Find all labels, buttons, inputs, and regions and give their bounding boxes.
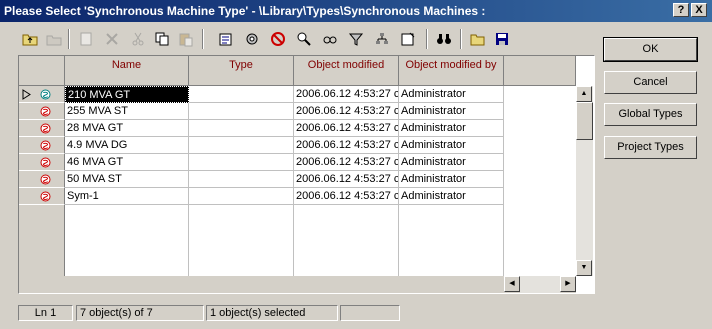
- status-object-count: 7 object(s) of 7: [76, 305, 204, 321]
- table-cell-modified-by[interactable]: Administrator: [399, 120, 504, 137]
- table-cell-type[interactable]: [189, 188, 294, 205]
- find-object-icon[interactable]: [294, 29, 314, 49]
- column-header-object-modified[interactable]: Object modified: [294, 56, 399, 86]
- column-header-object-modified-by[interactable]: Object modified by: [399, 56, 504, 86]
- object-table[interactable]: Name Type Object modified Object modifie…: [18, 55, 595, 294]
- synchronous-machine-icon: [40, 157, 51, 168]
- synchronous-machine-icon: [40, 174, 51, 185]
- table-cell-name[interactable]: 50 MVA ST: [65, 171, 189, 188]
- row-header[interactable]: [19, 137, 65, 154]
- edit-icon[interactable]: [216, 29, 236, 49]
- scroll-down-icon[interactable]: ▼: [576, 260, 592, 276]
- table-cell-modified[interactable]: 2006.06.12 4:53:27 c: [294, 154, 399, 171]
- status-line: Ln 1: [18, 305, 73, 321]
- status-selected-count: 1 object(s) selected: [206, 305, 338, 321]
- synchronous-machine-icon: [40, 123, 51, 134]
- table-cell-name[interactable]: 4.9 MVA DG: [65, 137, 189, 154]
- window-title: Please Select 'Synchronous Machine Type'…: [4, 4, 486, 18]
- horizontal-scrollbar[interactable]: ◀ ▶: [19, 276, 576, 293]
- row-header-empty: [19, 205, 65, 276]
- table-cell-type[interactable]: [189, 86, 294, 103]
- table-cell-name[interactable]: 255 MVA ST: [65, 103, 189, 120]
- synchronous-machine-icon: [40, 140, 51, 151]
- close-button[interactable]: X: [691, 3, 707, 17]
- row-header[interactable]: [19, 171, 65, 188]
- toolbar-separator: [460, 29, 462, 49]
- scroll-left-icon[interactable]: ◀: [504, 276, 520, 292]
- table-cell-type[interactable]: [189, 120, 294, 137]
- table-cell-modified-by[interactable]: Administrator: [399, 171, 504, 188]
- search-icon[interactable]: [320, 29, 340, 49]
- project-types-button[interactable]: Project Types: [604, 136, 697, 159]
- toolbar-separator: [202, 29, 204, 49]
- paste-icon[interactable]: [176, 29, 196, 49]
- new-folder-icon[interactable]: [44, 29, 64, 49]
- table-cell-modified-by[interactable]: Administrator: [399, 137, 504, 154]
- table-cell-name[interactable]: Sym-1: [65, 188, 189, 205]
- new-object-icon[interactable]: [76, 29, 96, 49]
- row-header[interactable]: [19, 120, 65, 137]
- table-cell-modified[interactable]: 2006.06.12 4:53:27 c: [294, 171, 399, 188]
- scroll-up-icon[interactable]: ▲: [576, 86, 592, 102]
- global-types-button[interactable]: Global Types: [604, 103, 697, 126]
- table-cell-modified[interactable]: 2006.06.12 4:53:27 c: [294, 86, 399, 103]
- settings-icon[interactable]: [242, 29, 262, 49]
- row-header[interactable]: [19, 154, 65, 171]
- table-cell-modified[interactable]: 2006.06.12 4:53:27 c: [294, 137, 399, 154]
- synchronous-machine-icon: [40, 191, 51, 202]
- table-cell-type[interactable]: [189, 103, 294, 120]
- column-header-name[interactable]: Name: [65, 56, 189, 86]
- table-cell-modified-by[interactable]: Administrator: [399, 188, 504, 205]
- table-cell-modified[interactable]: 2006.06.12 4:53:27 c: [294, 103, 399, 120]
- synchronous-machine-icon: [40, 89, 51, 100]
- scroll-right-icon[interactable]: ▶: [560, 276, 576, 292]
- delete-icon[interactable]: [102, 29, 122, 49]
- vertical-scrollbar[interactable]: ▲ ▼: [576, 86, 593, 276]
- toolbar: [18, 27, 518, 51]
- table-cell-modified[interactable]: 2006.06.12 4:53:27 c: [294, 188, 399, 205]
- table-cell-modified-by[interactable]: Administrator: [399, 154, 504, 171]
- empty-column-area: [189, 205, 294, 276]
- table-cell-modified[interactable]: 2006.06.12 4:53:27 c: [294, 120, 399, 137]
- toolbar-separator: [426, 29, 428, 49]
- row-header[interactable]: [19, 188, 65, 205]
- row-header[interactable]: [19, 103, 65, 120]
- title-bar: Please Select 'Synchronous Machine Type'…: [0, 0, 712, 22]
- table-cell-modified-by[interactable]: Administrator: [399, 86, 504, 103]
- row-header-corner: [19, 56, 65, 86]
- toolbar-separator: [68, 29, 70, 49]
- synchronous-machine-icon: [40, 106, 51, 117]
- table-cell-type[interactable]: [189, 154, 294, 171]
- note-icon[interactable]: [398, 29, 418, 49]
- help-button[interactable]: ?: [673, 3, 689, 17]
- current-row-arrow-icon: [22, 89, 31, 100]
- ok-button[interactable]: OK: [603, 37, 698, 62]
- column-header-empty: [504, 56, 576, 86]
- table-cell-modified-by[interactable]: Administrator: [399, 103, 504, 120]
- table-cell-type[interactable]: [189, 171, 294, 188]
- table-cell-type[interactable]: [189, 137, 294, 154]
- table-cell-name[interactable]: 28 MVA GT: [65, 120, 189, 137]
- tree-icon[interactable]: [372, 29, 392, 49]
- table-cell-name[interactable]: 210 MVA GT: [65, 86, 189, 103]
- binoculars-icon[interactable]: [434, 29, 454, 49]
- cut-icon[interactable]: [128, 29, 148, 49]
- table-cell-name[interactable]: 46 MVA GT: [65, 154, 189, 171]
- copy-icon[interactable]: [152, 29, 172, 49]
- filter-icon[interactable]: [346, 29, 366, 49]
- save-icon[interactable]: [492, 29, 512, 49]
- column-header-type[interactable]: Type: [189, 56, 294, 86]
- row-header[interactable]: [19, 86, 65, 103]
- open-folder-icon[interactable]: [468, 29, 488, 49]
- up-folder-icon[interactable]: [20, 29, 40, 49]
- cancel-button[interactable]: Cancel: [604, 71, 697, 94]
- no-entry-icon[interactable]: [268, 29, 288, 49]
- empty-column-area: [294, 205, 399, 276]
- empty-column-area: [65, 205, 189, 276]
- empty-column-area: [399, 205, 504, 276]
- status-empty: [340, 305, 400, 321]
- vertical-scroll-thumb[interactable]: [576, 102, 593, 140]
- horizontal-scroll-track[interactable]: [520, 276, 560, 293]
